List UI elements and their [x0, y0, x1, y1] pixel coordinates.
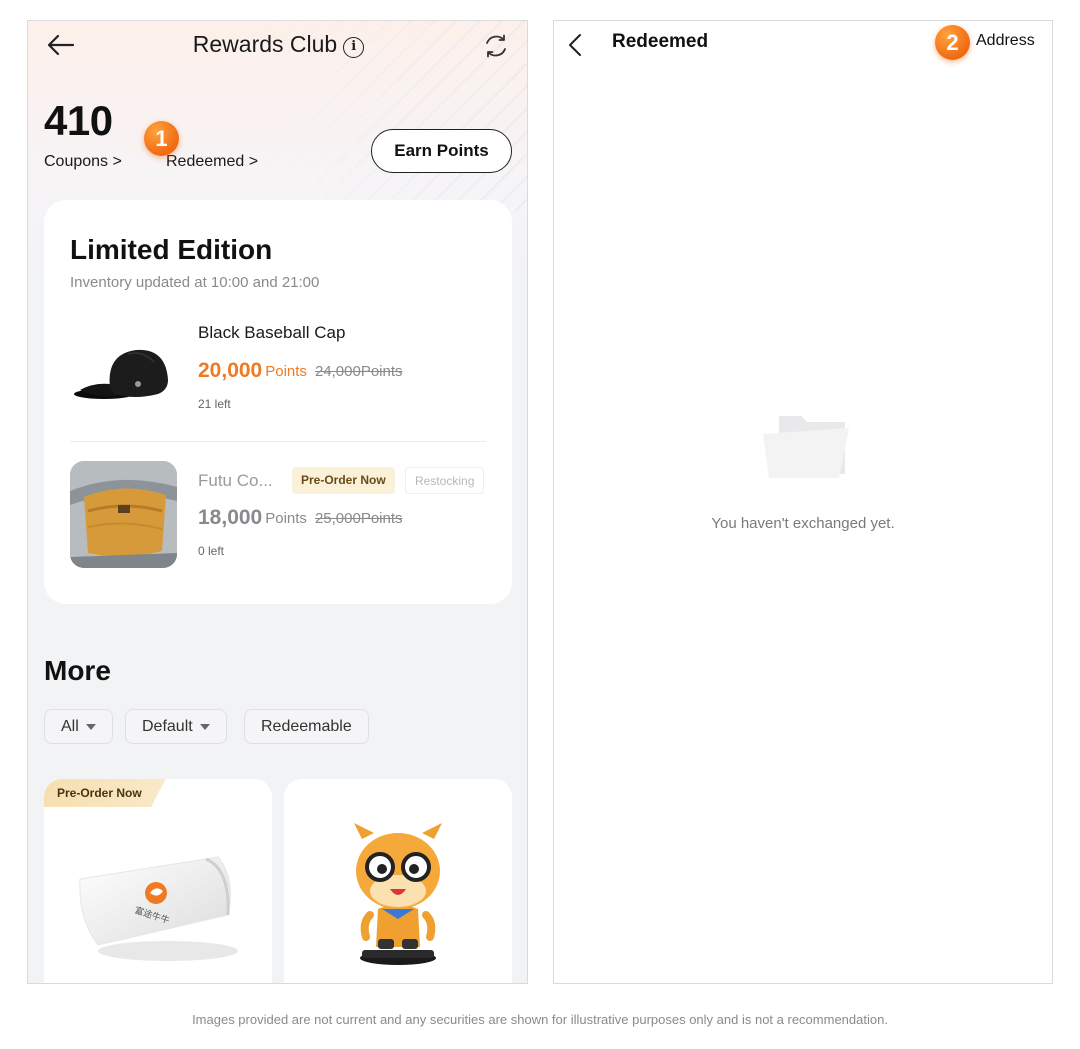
- item-name-cap[interactable]: Black Baseball Cap: [198, 323, 345, 343]
- redeemed-link[interactable]: Redeemed >: [166, 153, 258, 171]
- towel-product-image[interactable]: [70, 461, 177, 568]
- original-price: 25,000Points: [314, 509, 403, 527]
- preorder-corner-tag: Pre-Order Now: [44, 779, 166, 807]
- more-section-title: More: [44, 655, 111, 686]
- filter-all-dropdown[interactable]: All: [44, 709, 113, 744]
- original-price: 24,000Points: [314, 362, 403, 380]
- filter-label: Default: [142, 717, 193, 735]
- price-value: 20,000: [198, 359, 263, 382]
- product-card-towel[interactable]: Pre-Order Now 富途牛牛: [44, 779, 272, 983]
- disclaimer-text: Images provided are not current and any …: [192, 1012, 888, 1027]
- address-link[interactable]: Address: [976, 32, 1035, 50]
- item-price-cap: 20,000 Points 24,000Points: [198, 359, 403, 383]
- divider: [70, 441, 486, 442]
- filter-sort-dropdown[interactable]: Default: [125, 709, 227, 744]
- filter-redeemable-toggle[interactable]: Redeemable: [244, 709, 369, 744]
- stock-left: 0 left: [198, 544, 225, 558]
- empty-folder-icon: [763, 416, 849, 478]
- limited-edition-title: Limited Edition: [70, 234, 273, 265]
- points-balance: 410: [44, 97, 113, 144]
- inventory-note: Inventory updated at 10:00 and 21:00: [70, 274, 320, 291]
- empty-state-message: You haven't exchanged yet.: [711, 515, 895, 532]
- preorder-tag: Pre-Order Now: [292, 467, 395, 494]
- mascot-figure-image: [354, 823, 442, 965]
- step-badge-1: 1: [144, 121, 179, 156]
- item-price-futu: 18,000 Points 25,000Points: [198, 506, 403, 530]
- towel-illustration: [70, 461, 177, 568]
- info-icon[interactable]: i: [343, 37, 365, 58]
- stock-left: 21 left: [198, 397, 231, 411]
- price-unit: Points: [265, 509, 307, 527]
- limited-edition-card: Limited Edition Inventory updated at 10:…: [44, 200, 512, 604]
- item-name-futu[interactable]: Futu Co...: [198, 471, 273, 491]
- coupons-link[interactable]: Coupons >: [44, 153, 122, 171]
- price-value: 18,000: [198, 506, 263, 529]
- caret-down-icon: [85, 723, 96, 730]
- restocking-tag: Restocking: [405, 467, 485, 494]
- page-title-text: Rewards Club: [192, 31, 338, 57]
- chevron-left-icon[interactable]: [566, 32, 586, 58]
- price-unit: Points: [265, 362, 307, 380]
- filter-label: All: [61, 717, 79, 735]
- step-badge-2: 2: [935, 25, 970, 60]
- refresh-icon[interactable]: [483, 33, 509, 59]
- white-towel-image: 富途牛牛: [79, 856, 238, 961]
- rewards-club-screen: Rewards Club i 410 Coupons > Redeemed > 1…: [27, 20, 528, 984]
- caret-down-icon: [199, 723, 210, 730]
- earn-points-button[interactable]: Earn Points: [371, 129, 512, 173]
- page-title: Rewards Club i: [28, 31, 527, 58]
- filter-label: Redeemable: [261, 717, 352, 735]
- baseball-cap-image[interactable]: [70, 340, 174, 404]
- redeemed-title: Redeemed: [612, 31, 709, 52]
- product-card-mascot[interactable]: [284, 779, 512, 983]
- redeemed-screen: Redeemed 2 Address You haven't exchanged…: [553, 20, 1053, 984]
